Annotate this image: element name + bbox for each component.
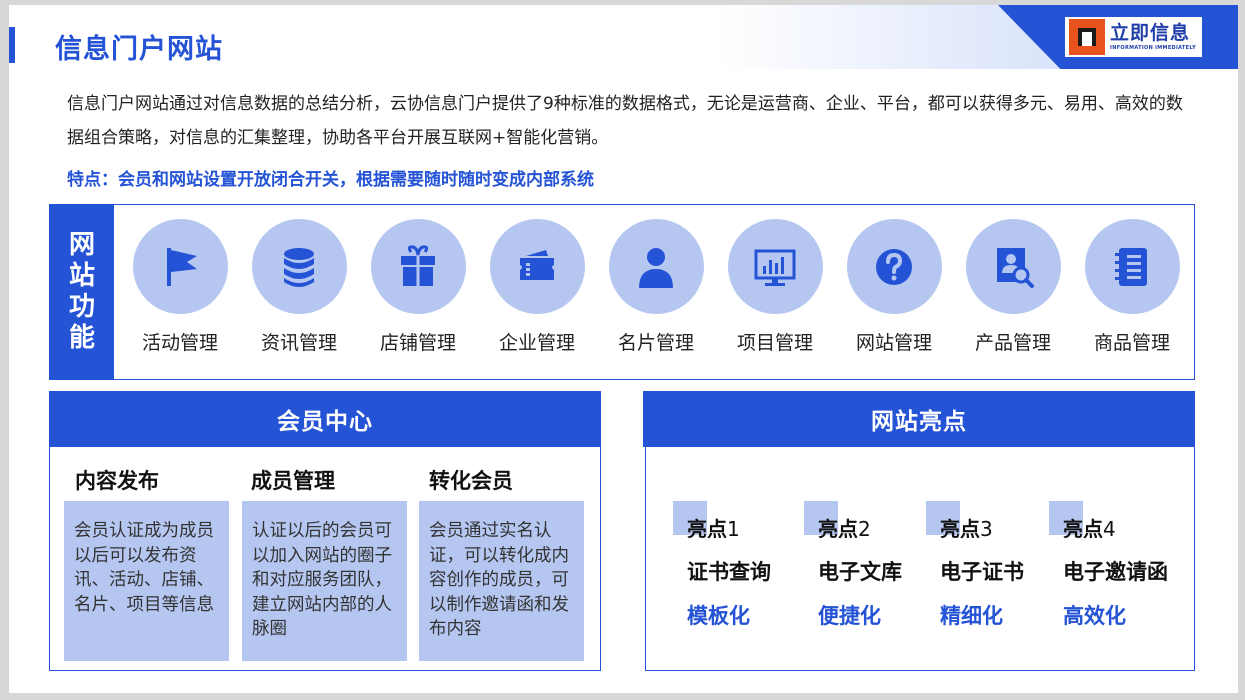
function-label: 名片管理 [617, 332, 694, 354]
member-column-card: 会员通过实名认证，可以转化成内容创作的成员，可以制作邀请函和发布内容 [419, 501, 584, 661]
member-center-header: 会员中心 [49, 391, 601, 447]
function-shop[interactable]: 店铺管理 [364, 219, 472, 355]
function-website[interactable]: 网站管理 [840, 219, 948, 355]
highlight-name: 亮点2 [818, 517, 871, 541]
feature-line: 特点：会员和网站设置开放闭合开关，根据需要随时随时变成内部系统 [67, 170, 594, 190]
person-icon [639, 247, 673, 288]
function-label: 资讯管理 [260, 332, 337, 354]
member-column-title: 内容发布 [75, 469, 159, 493]
intro-paragraph: 信息门户网站通过对信息数据的总结分析，云协信息门户提供了9种标准的数据格式，无论… [67, 94, 1183, 148]
database-icon [284, 247, 314, 287]
highlight-feature: 电子文库 [818, 560, 902, 584]
logo-slogan: INFORMATION IMMEDIATELY [1110, 45, 1196, 51]
function-label: 企业管理 [498, 332, 575, 354]
highlight-feature: 证书查询 [687, 560, 771, 584]
highlight-name: 亮点3 [940, 517, 993, 541]
highlight-name: 亮点1 [687, 517, 740, 541]
function-label: 网站管理 [855, 332, 932, 354]
logo-mark-icon [1069, 19, 1106, 55]
question-icon [876, 248, 912, 285]
logo-name: 立即信息 [1110, 22, 1191, 44]
highlight-feature: 电子证书 [940, 560, 1024, 584]
function-label: 店铺管理 [379, 332, 456, 354]
member-column-title: 成员管理 [251, 469, 335, 493]
function-label: 项目管理 [736, 332, 813, 354]
website-functions-panel: 网 站 功 能 活动管理 资讯管理 店铺管理 企业管理 名片管理 项目管理 网站… [49, 204, 1195, 380]
function-label: 商品管理 [1093, 332, 1170, 354]
function-label: 产品管理 [974, 332, 1051, 354]
highlight-trait: 模板化 [687, 604, 750, 628]
function-card[interactable]: 名片管理 [602, 219, 710, 355]
function-enterprise[interactable]: 企业管理 [483, 219, 591, 355]
profile-search-icon [997, 247, 1034, 288]
highlight-trait: 便捷化 [818, 604, 881, 628]
highlight-item: 亮点3 电子证书 精细化 [926, 501, 1056, 630]
slide: 信息门户网站 立即信息 INFORMATION IMMEDIATELY 信息门户… [9, 5, 1238, 693]
member-column-card: 认证以后的会员可以加入网站的圈子和对应服务团队，建立网站内部的人脉圈 [242, 501, 407, 661]
member-column-card: 会员认证成为成员以后可以发布资讯、活动、店铺、名片、项目等信息 [64, 501, 229, 661]
highlight-item: 亮点1 证书查询 模板化 [673, 501, 803, 630]
function-activity[interactable]: 活动管理 [126, 219, 234, 355]
gift-icon [401, 244, 435, 286]
monitor-chart-icon [754, 249, 796, 286]
title-accent-bar [9, 27, 15, 63]
side-char: 能 [68, 323, 95, 353]
highlight-item: 亮点4 电子邀请函 高效化 [1049, 501, 1179, 630]
highlight-trait: 精细化 [940, 604, 1003, 628]
side-char: 网 [68, 230, 95, 260]
member-column-title: 转化会员 [429, 469, 513, 493]
highlight-item: 亮点2 电子文库 便捷化 [804, 501, 934, 630]
side-char: 功 [68, 292, 95, 322]
function-product[interactable]: 产品管理 [959, 219, 1067, 355]
highlight-trait: 高效化 [1063, 604, 1126, 628]
page-title: 信息门户网站 [55, 34, 223, 65]
highlights-header: 网站亮点 [643, 391, 1195, 447]
highlight-feature: 电子邀请函 [1063, 560, 1168, 584]
function-news[interactable]: 资讯管理 [245, 219, 353, 355]
highlight-name: 亮点4 [1063, 517, 1116, 541]
function-goods[interactable]: 商品管理 [1078, 219, 1186, 355]
flag-icon [167, 247, 197, 286]
side-char: 站 [68, 261, 95, 291]
functions-side-label: 网 站 功 能 [50, 205, 114, 379]
notebook-icon [1115, 247, 1147, 286]
function-label: 活动管理 [141, 332, 218, 354]
company-logo: 立即信息 INFORMATION IMMEDIATELY [1065, 17, 1202, 57]
function-project[interactable]: 项目管理 [721, 219, 829, 355]
ticket-icon [520, 249, 554, 280]
